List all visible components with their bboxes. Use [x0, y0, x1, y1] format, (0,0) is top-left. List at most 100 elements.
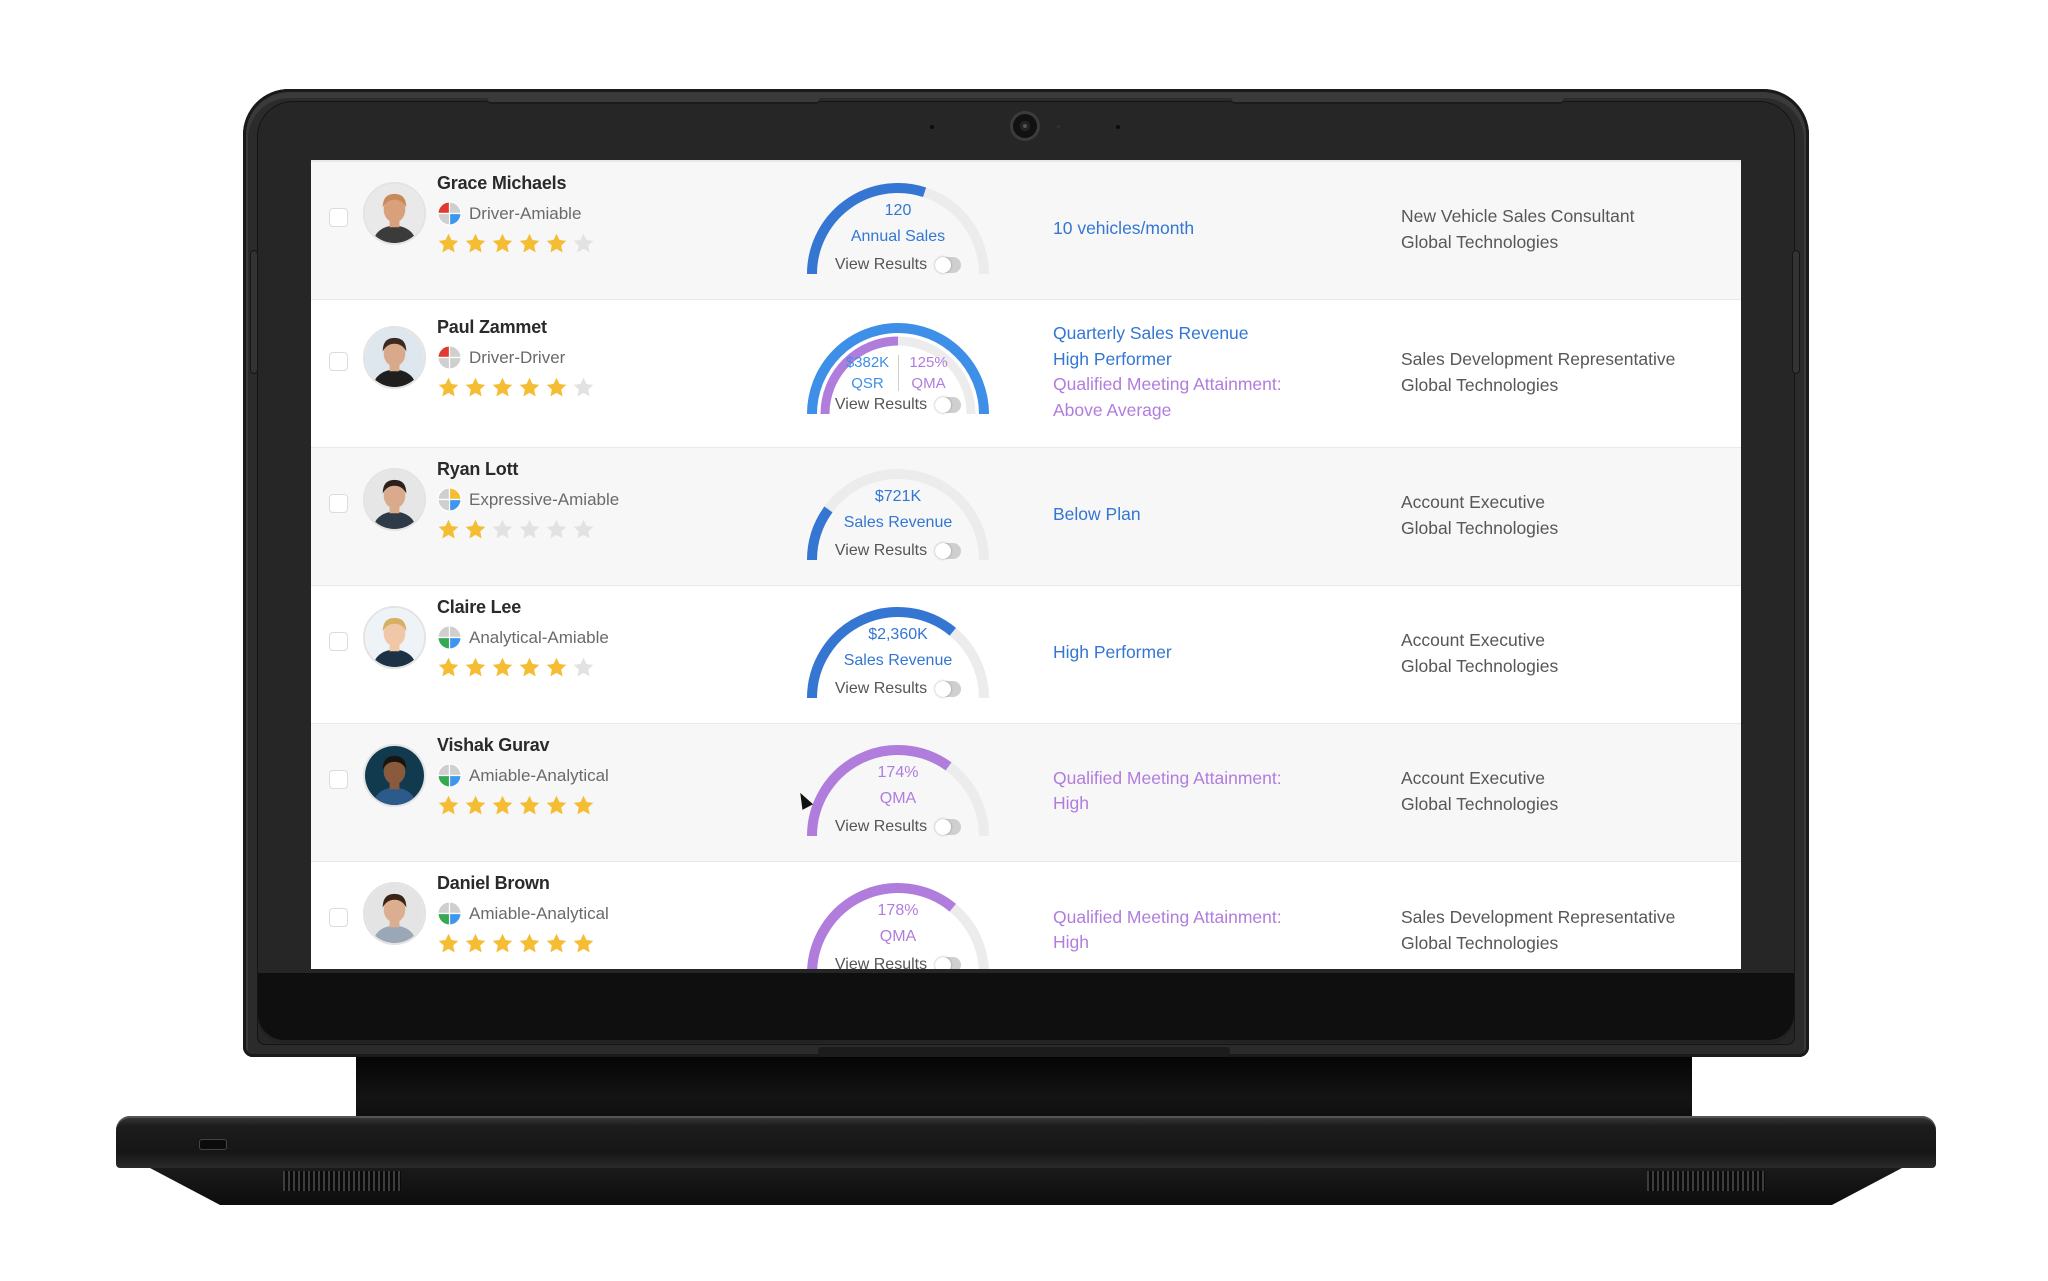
- table-row[interactable]: Vishak Gurav Amiable-Analytical 174% QMA V…: [311, 724, 1741, 862]
- performance-gauge: $382K QSR 125% QMA View Results: [801, 314, 995, 424]
- expressive-quadrant: [448, 201, 462, 215]
- performance-gauge: 174% QMA View Results: [801, 736, 995, 846]
- view-results-toggle[interactable]: [935, 819, 962, 835]
- amiable-quadrant: [448, 212, 462, 226]
- view-results: View Results: [801, 542, 995, 560]
- star-filled-icon: [492, 933, 513, 953]
- company-name: Global Technologies: [1401, 517, 1559, 538]
- gauge-right: 125% QMA: [903, 352, 955, 394]
- status-line: Qualified Meeting Attainment:: [1053, 767, 1282, 788]
- amiable-quadrant: [448, 636, 462, 650]
- lid-side-tab: [250, 250, 258, 374]
- company-name: Global Technologies: [1401, 374, 1559, 395]
- star-filled-icon: [546, 657, 567, 677]
- persona-label: Expressive-Amiable: [469, 489, 620, 509]
- view-results-label: View Results: [834, 396, 928, 413]
- persona-label: Driver-Amiable: [469, 203, 582, 223]
- performance-status: 10 vehicles/month: [1053, 216, 1194, 242]
- gauge-split-values: $382K QSR 125% QMA: [801, 352, 995, 394]
- star-rating: [437, 932, 595, 955]
- driver-quadrant: [437, 345, 451, 359]
- star-filled-icon: [492, 233, 513, 253]
- gauge-value: $721K: [874, 488, 922, 505]
- amiable-quadrant: [448, 356, 462, 370]
- status-line: Above Average: [1053, 399, 1172, 420]
- view-results-label: View Results: [834, 956, 928, 969]
- driver-quadrant: [437, 901, 451, 915]
- status-line: High: [1053, 793, 1089, 813]
- status-line: Below Plan: [1053, 504, 1141, 525]
- gauge-value: $2,360K: [868, 626, 928, 643]
- persona-quadrant-icon: [437, 345, 462, 370]
- star-empty-icon: [546, 519, 567, 539]
- persona: Driver-Driver: [437, 345, 565, 370]
- star-filled-icon: [519, 233, 540, 253]
- row-checkbox[interactable]: [329, 494, 348, 513]
- star-filled-icon: [465, 795, 486, 815]
- sensor-dot: [1057, 125, 1060, 128]
- role-info: Sales Development Representative Global …: [1401, 347, 1675, 398]
- avatar: [363, 606, 426, 669]
- row-checkbox[interactable]: [329, 632, 348, 651]
- persona: Driver-Amiable: [437, 201, 581, 226]
- star-filled-icon: [492, 657, 513, 677]
- performance-gauge: $721K Sales Revenue View Results: [801, 460, 995, 570]
- persona-label: Amiable-Analytical: [469, 903, 609, 923]
- person-name[interactable]: Grace Michaels: [437, 173, 566, 194]
- row-checkbox[interactable]: [329, 352, 348, 371]
- row-checkbox[interactable]: [329, 770, 348, 789]
- row-checkbox[interactable]: [329, 208, 348, 227]
- view-results-toggle[interactable]: [935, 257, 962, 273]
- driver-quadrant: [437, 201, 451, 215]
- gauge-value: 174%: [877, 764, 919, 781]
- person-name[interactable]: Paul Zammet: [437, 317, 547, 338]
- persona-quadrant-icon: [437, 901, 462, 926]
- analytical-quadrant: [437, 912, 451, 926]
- view-results-toggle[interactable]: [935, 543, 962, 559]
- analytical-quadrant: [437, 212, 451, 226]
- star-filled-icon: [519, 657, 540, 677]
- company-name: Global Technologies: [1401, 932, 1559, 953]
- person-name[interactable]: Daniel Brown: [437, 873, 550, 894]
- performance-status: Below Plan: [1053, 502, 1141, 528]
- table-row[interactable]: Paul Zammet Driver-Driver $382K QSR 125% QM…: [311, 300, 1741, 448]
- performance-gauge: 120 Annual Sales View Results: [801, 174, 995, 284]
- analytical-quadrant: [437, 498, 451, 512]
- view-results: View Results: [801, 396, 995, 414]
- star-empty-icon: [492, 519, 513, 539]
- persona-label: Amiable-Analytical: [469, 765, 609, 785]
- view-results-label: View Results: [834, 542, 928, 559]
- table-row[interactable]: Claire Lee Analytical-Amiable $2,360K Sal…: [311, 586, 1741, 724]
- role-info: Sales Development Representative Global …: [1401, 905, 1675, 956]
- row-checkbox[interactable]: [329, 908, 348, 927]
- table-row[interactable]: Daniel Brown Amiable-Analytical 178% QMA V…: [311, 862, 1741, 969]
- person-name[interactable]: Vishak Gurav: [437, 735, 550, 756]
- speaker-grille-right: [1647, 1171, 1765, 1191]
- expressive-quadrant: [448, 487, 462, 501]
- role-info: Account Executive Global Technologies: [1401, 628, 1558, 679]
- table-row[interactable]: Ryan Lott Expressive-Amiable $721K Sales …: [311, 448, 1741, 586]
- avatar: [363, 882, 426, 945]
- person-name[interactable]: Claire Lee: [437, 597, 521, 618]
- star-filled-icon: [492, 377, 513, 397]
- view-results-label: View Results: [834, 680, 928, 697]
- star-rating: [437, 376, 595, 399]
- view-results-toggle[interactable]: [935, 397, 962, 413]
- star-filled-icon: [465, 657, 486, 677]
- view-results-toggle[interactable]: [935, 681, 962, 697]
- persona-quadrant-icon: [437, 487, 462, 512]
- gauge-value: 120: [884, 202, 912, 219]
- persona-quadrant-icon: [437, 201, 462, 226]
- star-empty-icon: [573, 657, 594, 677]
- table-row[interactable]: Grace Michaels Driver-Amiable 120 Annual …: [311, 162, 1741, 300]
- avatar: [363, 326, 426, 389]
- view-results: View Results: [801, 256, 995, 274]
- status-line: Qualified Meeting Attainment:: [1053, 906, 1282, 927]
- gauge-label: QMA: [879, 790, 917, 807]
- role-title: New Vehicle Sales Consultant: [1401, 206, 1635, 226]
- view-results-toggle[interactable]: [935, 957, 962, 969]
- laptop-chin: [258, 973, 1794, 1043]
- expressive-quadrant: [448, 625, 462, 639]
- star-filled-icon: [465, 933, 486, 953]
- person-name[interactable]: Ryan Lott: [437, 459, 518, 480]
